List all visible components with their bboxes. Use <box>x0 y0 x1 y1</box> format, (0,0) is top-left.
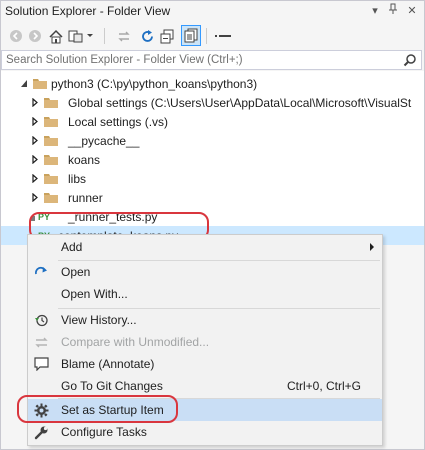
menu-item-open[interactable]: Open <box>28 261 382 283</box>
tree-item-label: Local settings (.vs) <box>68 115 169 129</box>
tree-item-label: __pycache__ <box>68 134 140 148</box>
menu-item-label: Open <box>61 265 91 279</box>
tree-root-label: python3 (C:\py\python_koans\python3) <box>51 77 258 91</box>
search-icon[interactable] <box>403 53 417 70</box>
toolbar <box>1 23 424 49</box>
compare-icon <box>33 334 49 350</box>
menu-item-blame[interactable]: Blame (Annotate) <box>28 353 382 375</box>
tree-item-label: koans <box>68 153 101 167</box>
tree-item-libs[interactable]: libs <box>1 169 424 188</box>
search-input[interactable]: Search Solution Explorer - Folder View (… <box>6 54 243 66</box>
menu-item-label: Configure Tasks <box>61 425 147 439</box>
menu-item-view-history[interactable]: View History... <box>28 309 382 331</box>
menu-item-label: Open With... <box>61 287 128 301</box>
show-all-files-icon[interactable] <box>181 25 201 46</box>
tree-item-pycache[interactable]: __pycache__ <box>1 131 424 150</box>
history-icon <box>33 312 49 328</box>
folder-icon <box>44 155 58 165</box>
tree-root[interactable]: python3 (C:\py\python_koans\python3) <box>1 74 424 93</box>
folder-icon <box>44 117 58 127</box>
folder-icon <box>44 193 58 203</box>
menu-item-label: Add <box>61 240 83 254</box>
menu-item-label: Set as Startup Item <box>61 403 164 417</box>
toolbar-separator <box>104 28 105 44</box>
collapsed-arrow-icon[interactable] <box>31 155 39 164</box>
collapsed-arrow-icon[interactable] <box>31 98 39 107</box>
expanded-arrow-icon[interactable] <box>20 79 28 88</box>
collapsed-arrow-icon[interactable] <box>31 193 39 202</box>
folder-icon <box>44 174 58 184</box>
submenu-arrow-icon <box>370 243 374 251</box>
menu-item-label: Compare with Unmodified... <box>61 335 210 349</box>
collapsed-arrow-icon[interactable] <box>31 136 39 145</box>
tree-item-local-settings[interactable]: Local settings (.vs) <box>1 112 424 131</box>
menu-item-open-with[interactable]: Open With... <box>28 283 382 305</box>
back-icon[interactable] <box>7 26 25 46</box>
tree-item-global-settings[interactable]: Global settings (C:\Users\User\AppData\L… <box>1 93 424 112</box>
context-menu: Add Open Open With... View History... Co… <box>27 234 383 446</box>
menu-item-add[interactable]: Add <box>28 236 382 258</box>
file-tree: python3 (C:\py\python_koans\python3) Glo… <box>1 71 424 245</box>
menu-item-configure-tasks[interactable]: Configure Tasks <box>28 421 382 443</box>
menu-item-compare-unmodified: Compare with Unmodified... <box>28 331 382 353</box>
dropdown-icon[interactable]: ▾ <box>368 3 382 19</box>
gear-icon <box>33 402 49 418</box>
properties-icon[interactable] <box>213 26 233 46</box>
close-icon[interactable]: ✕ <box>405 3 419 19</box>
svg-text:PY: PY <box>38 212 50 222</box>
tree-item-label: _runner_tests.py <box>68 210 158 224</box>
menu-item-label: Go To Git Changes <box>61 379 163 393</box>
search-box[interactable]: Search Solution Explorer - Folder View (… <box>1 50 422 70</box>
open-icon <box>33 264 49 280</box>
collapsed-arrow-icon[interactable] <box>31 117 39 126</box>
tree-item-label: runner <box>68 191 103 205</box>
menu-item-label: View History... <box>61 313 137 327</box>
window-title: Solution Explorer - Folder View <box>5 4 171 18</box>
folder-icon <box>33 79 47 89</box>
collapsed-arrow-icon[interactable] <box>31 174 39 183</box>
tree-item-label: Global settings (C:\Users\User\AppData\L… <box>68 96 412 110</box>
menu-item-shortcut: Ctrl+0, Ctrl+G <box>287 379 362 393</box>
switch-views-icon[interactable] <box>67 26 85 46</box>
wrench-icon <box>33 424 49 440</box>
menu-item-label: Blame (Annotate) <box>61 357 155 371</box>
python-file-icon: PY <box>31 212 50 222</box>
home-icon[interactable] <box>47 26 65 46</box>
title-bar: Solution Explorer - Folder View ▾ ✕ <box>1 1 424 22</box>
menu-item-goto-git-changes[interactable]: Go To Git Changes Ctrl+0, Ctrl+G <box>28 375 382 397</box>
collapse-all-icon[interactable] <box>158 26 176 46</box>
menu-item-set-startup[interactable]: Set as Startup Item <box>28 399 382 421</box>
tree-item-runner-tests[interactable]: PY _runner_tests.py <box>1 207 424 226</box>
annotate-icon <box>33 356 49 372</box>
pin-icon[interactable] <box>386 3 400 19</box>
chevron-down-icon[interactable] <box>84 26 96 46</box>
forward-icon[interactable] <box>26 26 44 46</box>
tree-item-koans[interactable]: koans <box>1 150 424 169</box>
folder-icon <box>44 98 58 108</box>
tree-item-runner[interactable]: runner <box>1 188 424 207</box>
tree-item-label: libs <box>68 172 87 186</box>
refresh-icon[interactable] <box>138 26 156 46</box>
sync-with-document-icon[interactable] <box>115 26 133 46</box>
toolbar-separator <box>206 28 207 44</box>
folder-icon <box>44 136 58 146</box>
